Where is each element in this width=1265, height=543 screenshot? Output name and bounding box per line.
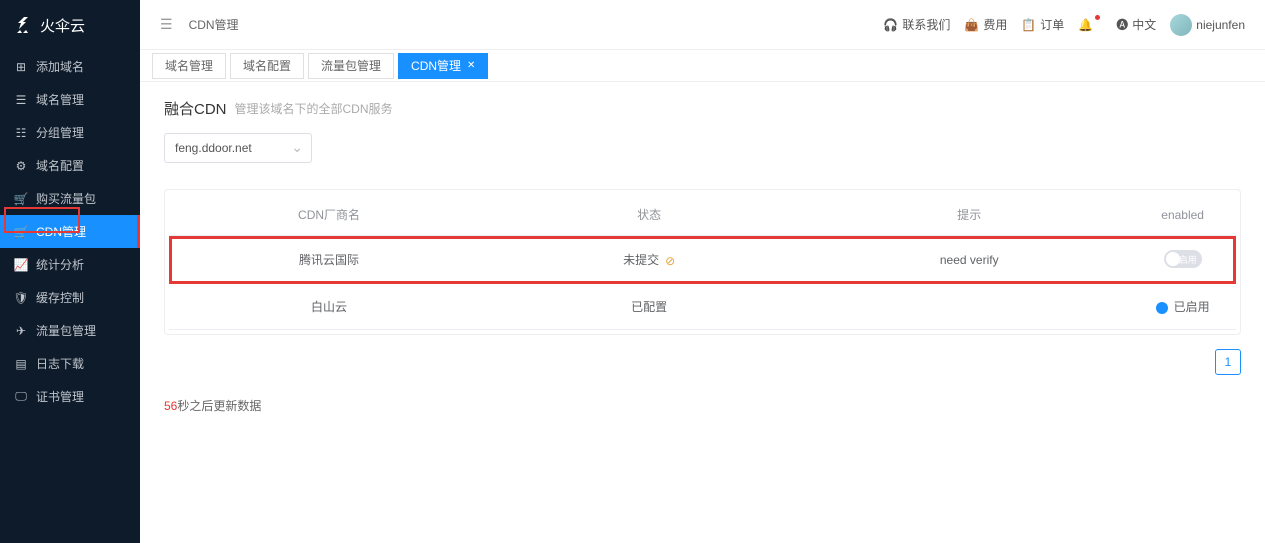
enabled-dot-icon (1156, 302, 1168, 314)
topbar: ☰ CDN管理 🎧联系我们 👜费用 📋订单 🔔 🅐中文 niejunfen (140, 0, 1265, 50)
tab-cdn-manage[interactable]: CDN管理✕ (398, 53, 488, 79)
sidebar-item-log[interactable]: ▤日志下载 (0, 347, 140, 380)
main-content: ☰ CDN管理 🎧联系我们 👜费用 📋订单 🔔 🅐中文 niejunfen 域名… (140, 0, 1265, 543)
cell-enabled: 已启用 (1129, 284, 1236, 330)
notification-dot (1095, 15, 1100, 20)
cell-enabled: 启用 (1129, 236, 1236, 284)
sidebar-item-group-manage[interactable]: ☷分组管理 (0, 116, 140, 149)
breadcrumb: CDN管理 (189, 16, 884, 33)
sidebar-item-cert[interactable]: 🖵证书管理 (0, 380, 140, 413)
chart-icon: 📈 (14, 258, 28, 272)
collapse-toggle-icon[interactable]: ☰ (160, 16, 173, 33)
col-status: 状态 (489, 194, 809, 236)
top-contact[interactable]: 🎧联系我们 (883, 16, 950, 33)
enable-toggle[interactable]: 启用 (1164, 250, 1202, 268)
wallet-icon: 👜 (964, 18, 979, 32)
bell-icon: 🔔 (1078, 18, 1093, 32)
cdn-table: CDN厂商名 状态 提示 enabled 腾讯云国际 未提交⊘ need ver… (169, 194, 1236, 330)
sidebar-item-traffic-pkg[interactable]: ✈流量包管理 (0, 314, 140, 347)
tab-traffic-pkg[interactable]: 流量包管理 (308, 53, 394, 79)
shield-icon: 🛡 (14, 291, 28, 305)
sidebar-item-domain-config[interactable]: ⚙域名配置 (0, 149, 140, 182)
top-notification[interactable]: 🔔 (1078, 18, 1102, 32)
brand-logo: 火伞云 (0, 0, 140, 50)
warning-icon: ⊘ (665, 254, 675, 268)
col-enabled: enabled (1129, 194, 1236, 236)
cell-vendor: 白山云 (169, 284, 489, 330)
send-icon: ✈ (14, 324, 28, 338)
headset-icon: 🎧 (883, 18, 898, 32)
group-icon: ☷ (14, 126, 28, 140)
table-row: 腾讯云国际 未提交⊘ need verify 启用 (169, 236, 1236, 284)
order-icon: 📋 (1021, 18, 1036, 32)
annotation-box (4, 207, 80, 233)
gear-icon: ⚙ (14, 159, 28, 173)
sidebar-item-stats[interactable]: 📈统计分析 (0, 248, 140, 281)
brand-name: 火伞云 (40, 15, 85, 36)
cell-status: 未提交⊘ (489, 236, 809, 284)
cdn-table-panel: CDN厂商名 状态 提示 enabled 腾讯云国际 未提交⊘ need ver… (164, 189, 1241, 335)
top-cost[interactable]: 👜费用 (964, 16, 1007, 33)
pagination: 1 (164, 349, 1241, 375)
cell-hint: need verify (809, 236, 1129, 284)
cell-hint (809, 284, 1129, 330)
sidebar-menu: ⊞添加域名 ☰域名管理 ☷分组管理 ⚙域名配置 🛒购买流量包 🛒CDN管理 📈统… (0, 50, 140, 543)
domain-select[interactable]: feng.ddoor.net (164, 133, 312, 163)
col-hint: 提示 (809, 194, 1129, 236)
sidebar: 火伞云 ⊞添加域名 ☰域名管理 ☷分组管理 ⚙域名配置 🛒购买流量包 🛒CDN管… (0, 0, 140, 543)
sidebar-item-domain-manage[interactable]: ☰域名管理 (0, 83, 140, 116)
cell-status: 已配置 (489, 284, 809, 330)
list-icon: ☰ (14, 93, 28, 107)
tab-domain-manage[interactable]: 域名管理 (152, 53, 226, 79)
close-icon[interactable]: ✕ (467, 53, 475, 79)
lang-icon: 🅐 (1116, 16, 1128, 33)
cert-icon: 🖵 (14, 390, 28, 404)
sidebar-item-cache[interactable]: 🛡缓存控制 (0, 281, 140, 314)
page-number[interactable]: 1 (1215, 349, 1241, 375)
col-vendor: CDN厂商名 (169, 194, 489, 236)
log-icon: ▤ (14, 357, 28, 371)
page-subtitle: 管理该域名下的全部CDN服务 (235, 100, 393, 117)
cart-icon: 🛒 (14, 192, 28, 206)
refresh-countdown: 56秒之后更新数据 (164, 397, 1241, 414)
tab-domain-config[interactable]: 域名配置 (230, 53, 304, 79)
top-user[interactable]: niejunfen (1170, 14, 1245, 36)
sidebar-item-add-domain[interactable]: ⊞添加域名 (0, 50, 140, 83)
avatar (1170, 14, 1192, 36)
plus-icon: ⊞ (14, 60, 28, 74)
tab-bar: 域名管理 域名配置 流量包管理 CDN管理✕ (140, 50, 1265, 82)
brand-icon (14, 15, 34, 35)
top-lang[interactable]: 🅐中文 (1116, 16, 1156, 33)
table-row: 白山云 已配置 已启用 (169, 284, 1236, 330)
top-order[interactable]: 📋订单 (1021, 16, 1064, 33)
cell-vendor: 腾讯云国际 (169, 236, 489, 284)
page-title: 融合CDN (164, 98, 227, 119)
